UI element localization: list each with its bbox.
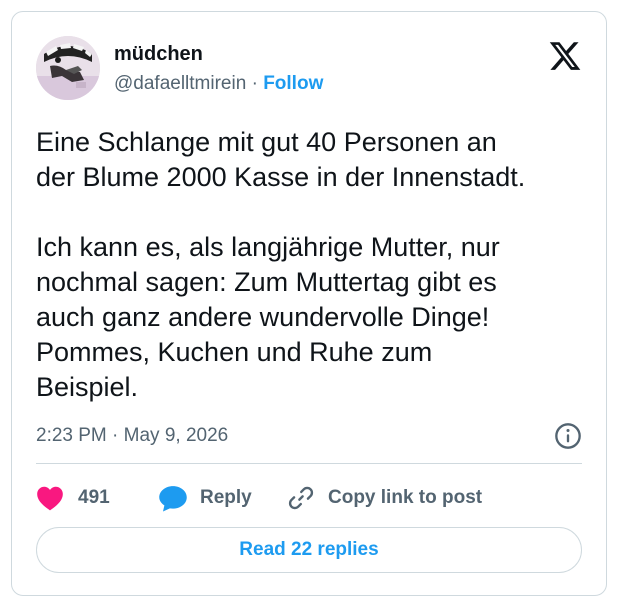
post-timestamp[interactable]: 2:23 PM · May 9, 2026 [36, 425, 228, 447]
author-handle-row: @dafaelltmirein · Follow [114, 73, 323, 95]
follow-button[interactable]: Follow [263, 73, 323, 94]
reply-button[interactable]: Reply [158, 484, 254, 512]
separator-dot: · [251, 73, 258, 94]
likes-count: 491 [78, 487, 110, 508]
reply-label: Reply [200, 487, 252, 508]
embedded-post-card: müdchen @dafaelltmirein · Follow Eine Sc… [11, 11, 607, 596]
author-display-name[interactable]: müdchen [114, 43, 203, 65]
speech-bubble-icon [159, 486, 187, 512]
action-bar: 491 Reply Copy link to post [36, 483, 482, 513]
author-handle[interactable]: @dafaelltmirein [114, 73, 246, 94]
x-logo-icon[interactable] [548, 39, 582, 73]
info-icon[interactable] [554, 422, 582, 450]
read-replies-button[interactable]: Read 22 replies [36, 527, 582, 573]
heart-icon [37, 486, 63, 511]
like-button[interactable]: 491 [36, 485, 128, 511]
copy-link-button[interactable]: Copy link to post [288, 485, 482, 511]
avatar-image [36, 36, 100, 100]
post-text: Eine Schlange mit gut 40 Personen an der… [36, 127, 526, 402]
link-icon [288, 486, 314, 510]
divider [36, 463, 582, 464]
avatar[interactable] [36, 36, 100, 100]
copy-link-label: Copy link to post [328, 487, 483, 508]
